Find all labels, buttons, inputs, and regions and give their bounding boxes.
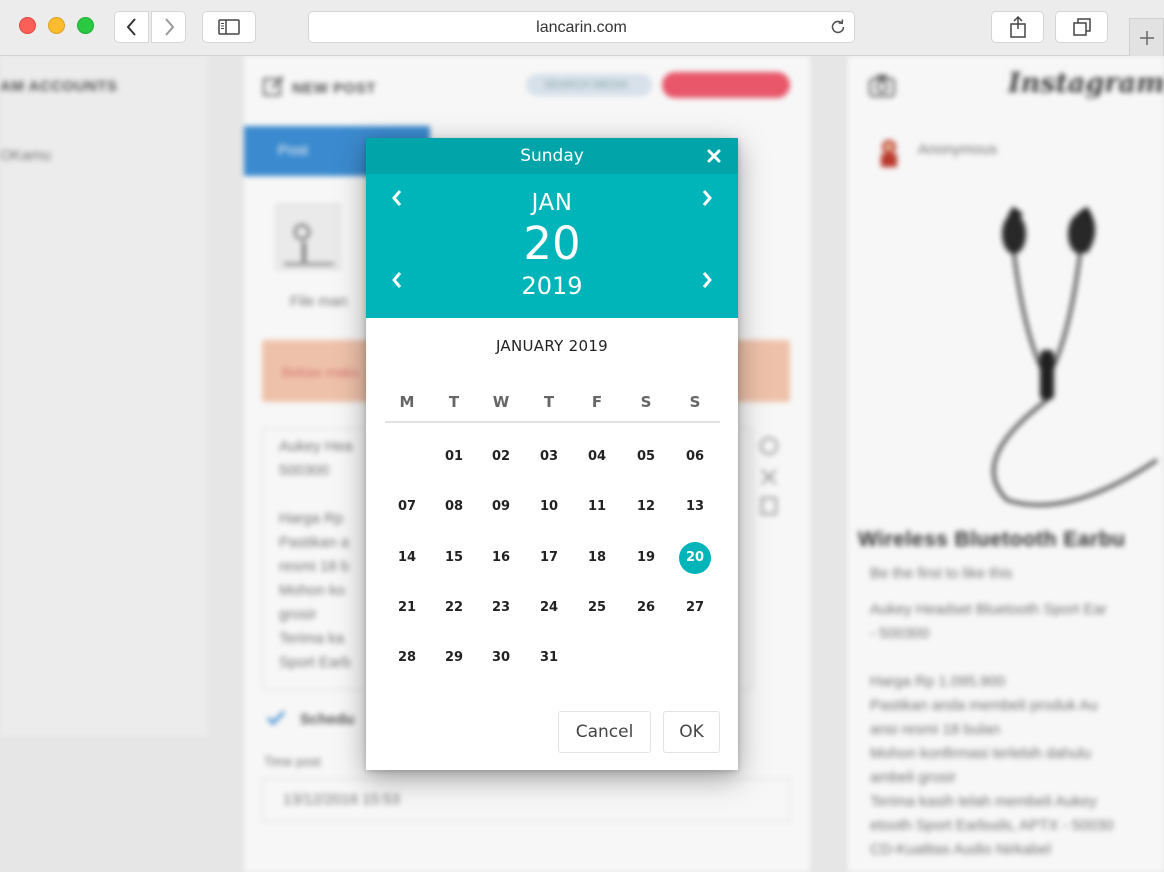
- next-month-button[interactable]: [696, 187, 718, 209]
- calendar-day[interactable]: 04: [581, 441, 613, 473]
- weekday-divider: [385, 421, 720, 423]
- chevron-right-icon: [702, 190, 712, 206]
- calendar-day[interactable]: 07: [391, 491, 423, 523]
- browser-toolbar: lancarin.com: [0, 0, 1164, 56]
- calendar-day[interactable]: 30: [485, 642, 517, 674]
- chevron-right-icon: [164, 18, 174, 36]
- calendar-day[interactable]: 27: [679, 592, 711, 624]
- calendar-day[interactable]: 24: [533, 592, 565, 624]
- sidebar-icon: [218, 19, 240, 35]
- share-icon: [1009, 16, 1026, 38]
- calendar-day[interactable]: 11: [581, 491, 613, 523]
- calendar-day[interactable]: 08: [438, 491, 470, 523]
- calendar-day[interactable]: 26: [630, 592, 662, 624]
- calendar-day[interactable]: 16: [485, 542, 517, 574]
- calendar-day-selected[interactable]: 20: [679, 542, 711, 574]
- calendar-day[interactable]: 06: [679, 441, 711, 473]
- new-tab-button[interactable]: [1129, 18, 1164, 56]
- calendar-day[interactable]: 13: [679, 491, 711, 523]
- minimize-window-button[interactable]: [48, 17, 65, 34]
- date-picker-dialog: Sunday JAN 20 2019 JANUARY 2019 M T W T …: [366, 138, 738, 770]
- calendar-month-title: JANUARY 2019: [495, 337, 609, 355]
- calendar-day[interactable]: 18: [581, 542, 613, 574]
- weekday-label: S: [640, 393, 652, 411]
- show-tabs-button[interactable]: [1055, 11, 1108, 43]
- cancel-button[interactable]: Cancel: [558, 711, 651, 753]
- sidebar-toggle-button[interactable]: [202, 11, 256, 43]
- selected-day-name: Sunday: [366, 138, 738, 174]
- calendar-day[interactable]: 21: [391, 592, 423, 624]
- chevron-right-icon: [702, 272, 712, 288]
- calendar-day[interactable]: 01: [438, 441, 470, 473]
- calendar-day[interactable]: 31: [533, 642, 565, 674]
- header-year: 2019: [521, 272, 583, 300]
- calendar-day[interactable]: 05: [630, 441, 662, 473]
- calendar-day[interactable]: 09: [485, 491, 517, 523]
- weekday-label: F: [591, 393, 603, 411]
- header-day: 20: [523, 217, 581, 270]
- reload-button[interactable]: [829, 18, 847, 41]
- url-text: lancarin.com: [536, 19, 627, 36]
- calendar-day[interactable]: 17: [533, 542, 565, 574]
- calendar-day[interactable]: 28: [391, 642, 423, 674]
- date-header: JAN 20 2019: [366, 174, 738, 318]
- header-month: JAN: [531, 190, 573, 216]
- weekday-label: S: [689, 393, 701, 411]
- calendar-day[interactable]: 22: [438, 592, 470, 624]
- calendar-day[interactable]: 29: [438, 642, 470, 674]
- weekday-label: T: [448, 393, 460, 411]
- close-window-button[interactable]: [19, 17, 36, 34]
- zoom-window-button[interactable]: [77, 17, 94, 34]
- close-icon: [707, 149, 721, 163]
- back-button[interactable]: [114, 11, 149, 43]
- calendar-day[interactable]: 23: [485, 592, 517, 624]
- close-dialog-button[interactable]: [706, 148, 722, 164]
- next-year-button[interactable]: [696, 269, 718, 291]
- calendar-day[interactable]: 15: [438, 542, 470, 574]
- weekday-label: T: [543, 393, 555, 411]
- weekday-label: M: [399, 393, 415, 411]
- forward-button[interactable]: [151, 11, 186, 43]
- tabs-icon: [1072, 18, 1091, 36]
- plus-icon: [1139, 30, 1154, 45]
- calendar-day[interactable]: 10: [533, 491, 565, 523]
- calendar-day[interactable]: 03: [533, 441, 565, 473]
- share-button[interactable]: [991, 11, 1044, 43]
- calendar-day[interactable]: 19: [630, 542, 662, 574]
- reload-icon: [831, 19, 845, 34]
- calendar-day[interactable]: 12: [630, 491, 662, 523]
- calendar-day[interactable]: 25: [581, 592, 613, 624]
- weekday-label: W: [492, 393, 510, 411]
- calendar-day[interactable]: 14: [391, 542, 423, 574]
- address-bar[interactable]: lancarin.com: [308, 11, 855, 43]
- chevron-left-icon: [126, 18, 136, 36]
- calendar-day[interactable]: 02: [485, 441, 517, 473]
- ok-button[interactable]: OK: [663, 711, 720, 753]
